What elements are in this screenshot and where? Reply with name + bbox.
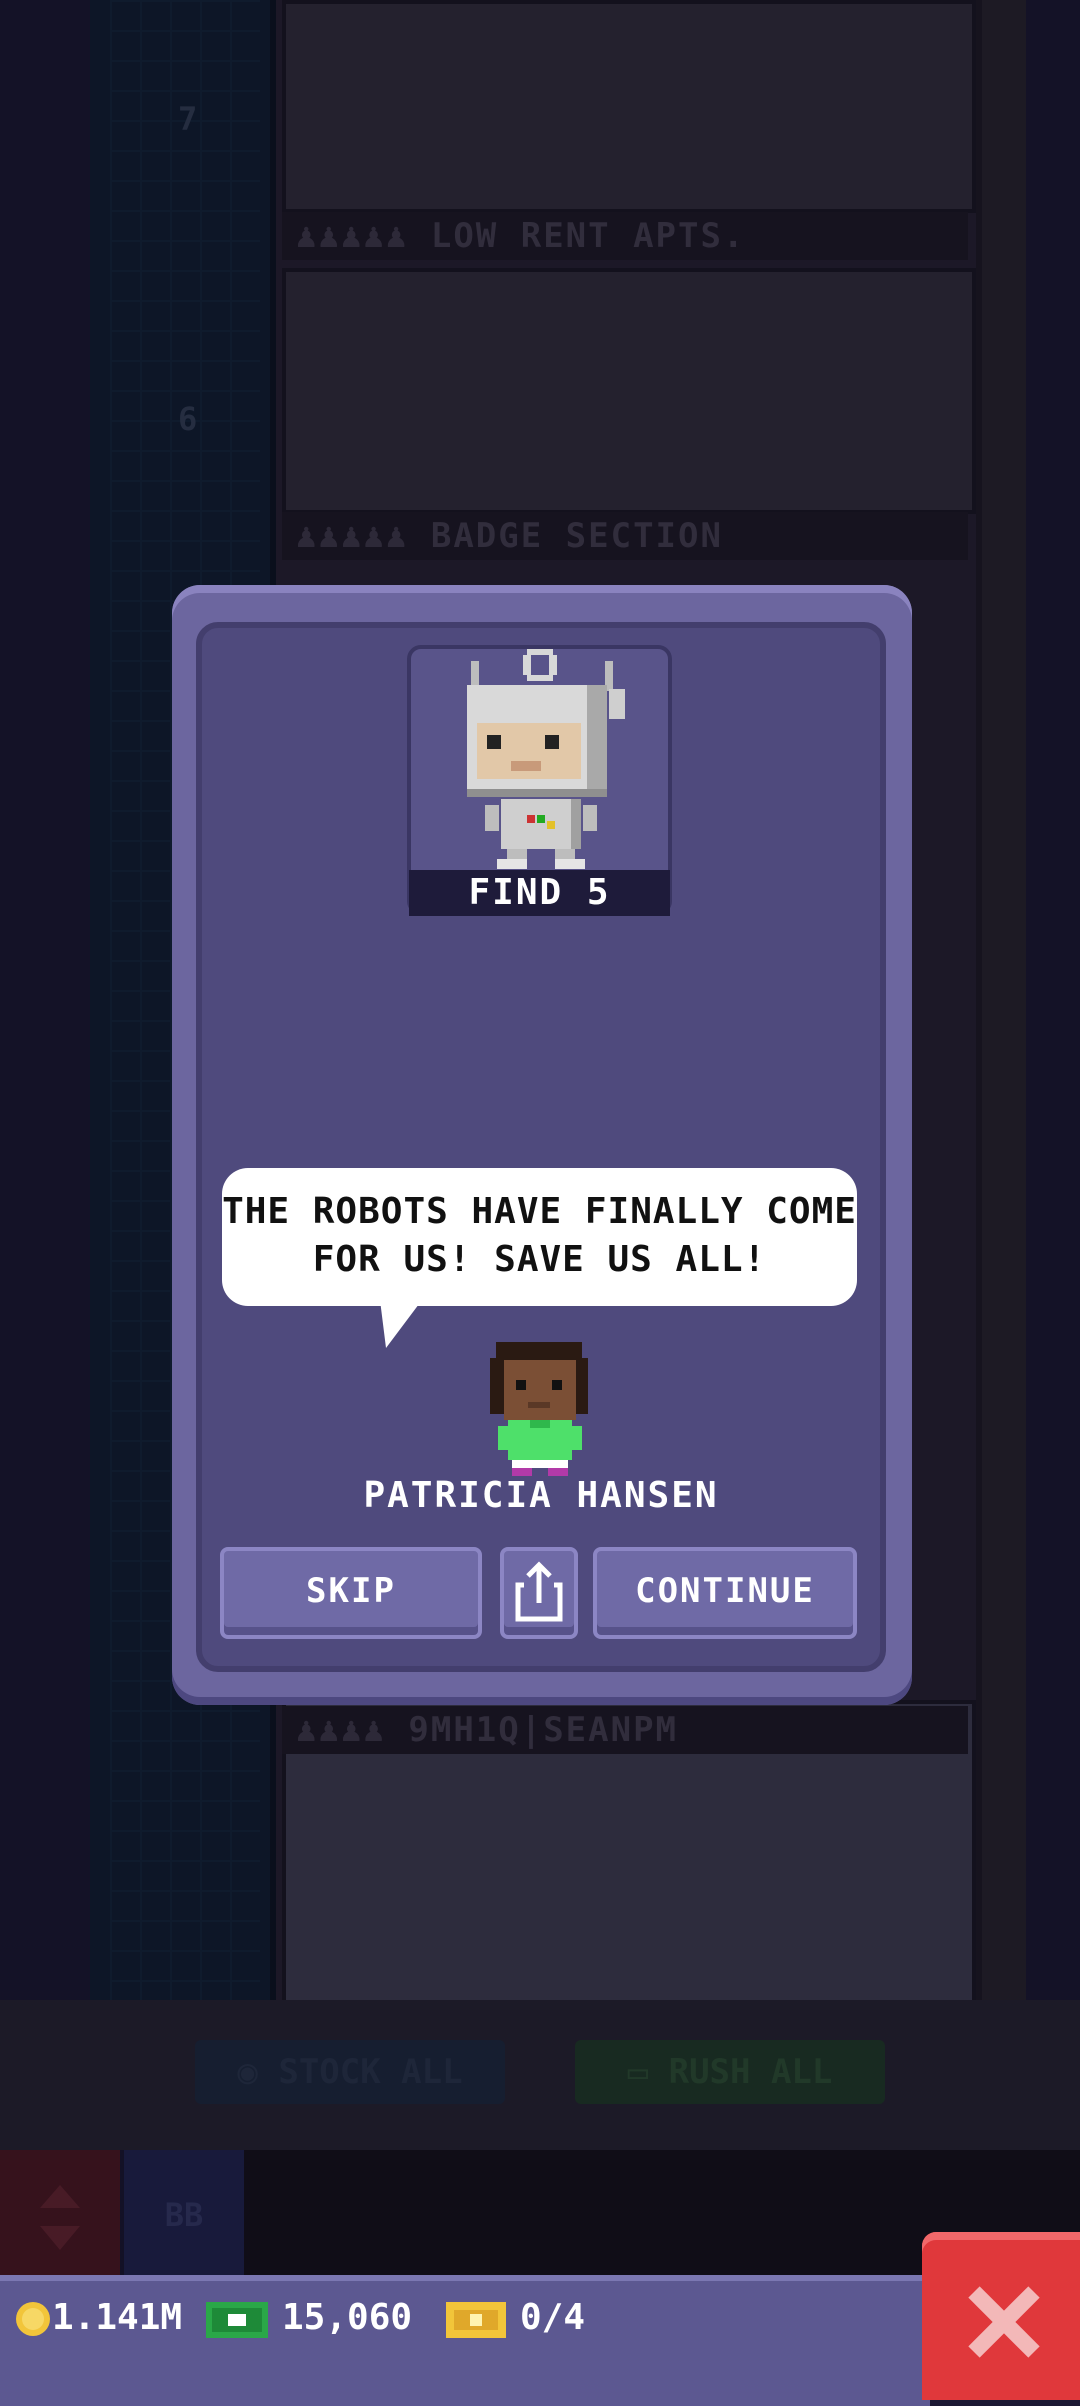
character-name: PATRICIA HANSEN	[363, 1475, 719, 1516]
ticket-icon	[446, 2302, 506, 2338]
tickets-count: 0/4	[520, 2297, 586, 2338]
robot-icon	[467, 649, 625, 869]
skip-button[interactable]: SKIP	[220, 1547, 482, 1639]
bux-icon	[206, 2302, 268, 2338]
continue-button[interactable]: CONTINUE	[593, 1547, 857, 1639]
character-avatar	[490, 1342, 588, 1476]
coins-count: 1.141M	[52, 2297, 183, 2338]
share-icon	[515, 1561, 563, 1622]
share-button[interactable]	[500, 1547, 578, 1639]
coin-icon	[16, 2302, 50, 2336]
bux-count: 15,060	[282, 2297, 413, 2338]
status-bar	[0, 2275, 930, 2406]
badge-find-label: FIND 5	[409, 870, 670, 916]
speech-bubble-tail	[380, 1300, 422, 1348]
close-icon	[968, 2286, 1040, 2358]
speech-bubble: THE ROBOTS HAVE FINALLY COME FOR US! SAV…	[222, 1168, 857, 1306]
close-button[interactable]	[922, 2232, 1080, 2400]
